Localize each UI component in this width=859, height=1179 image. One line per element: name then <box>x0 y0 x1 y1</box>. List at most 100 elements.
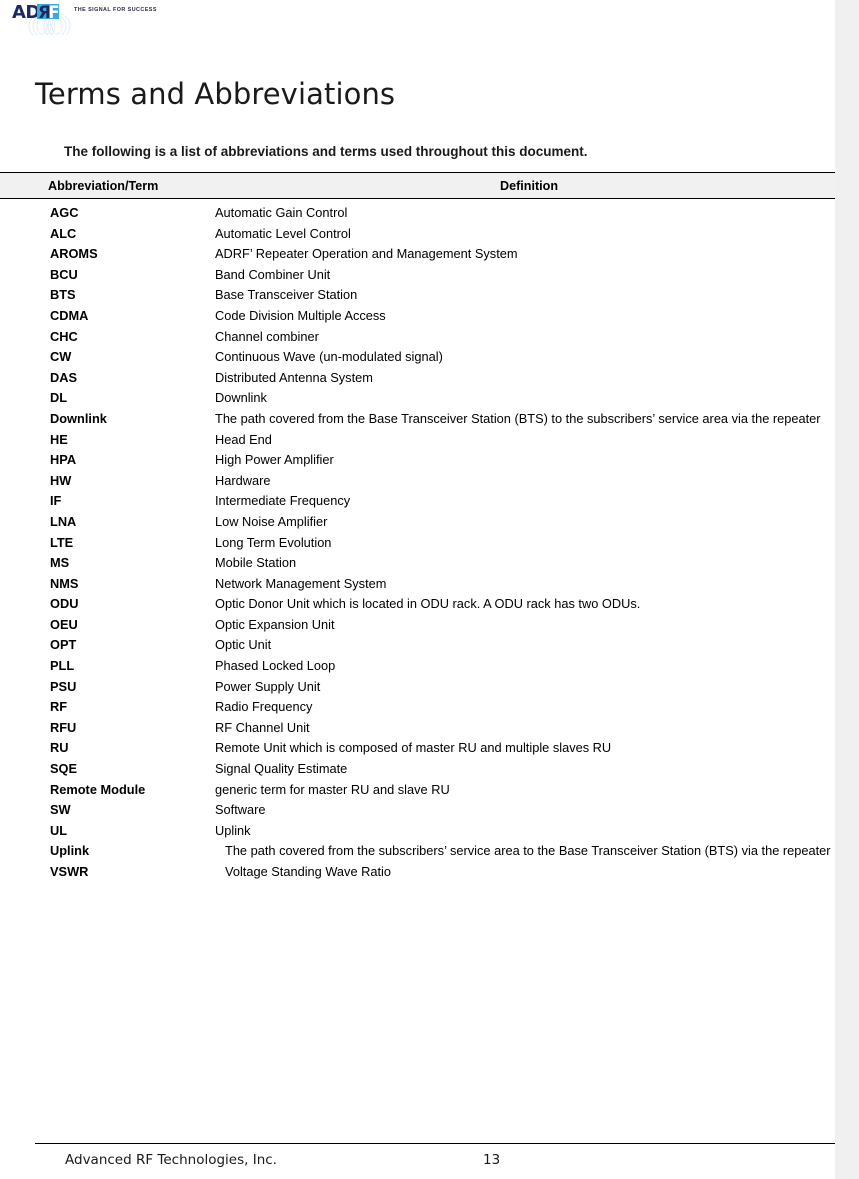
table-row: HE Head End <box>0 430 835 451</box>
logo-tagline: THE SIGNAL FOR SUCCESS <box>74 7 157 13</box>
table-row: NMS Network Management System <box>0 574 835 595</box>
definition-cell: The path covered from the subscribers’ s… <box>225 843 831 859</box>
table-row: MS Mobile Station <box>0 553 835 574</box>
term-cell: OEU <box>50 616 78 632</box>
column-header-term: Abbreviation/Term <box>48 179 159 193</box>
table-row: DAS Distributed Antenna System <box>0 368 835 389</box>
table-body: AGC Automatic Gain Control ALC Automatic… <box>0 199 859 883</box>
table-row: ALC Automatic Level Control <box>0 224 835 245</box>
term-cell: SQE <box>50 761 78 777</box>
definition-cell: The path covered from the Base Transceiv… <box>215 410 821 426</box>
term-cell: CW <box>50 349 72 365</box>
definition-cell: Band Combiner Unit <box>215 266 331 282</box>
table-row: CDMA Code Division Multiple Access <box>0 306 835 327</box>
definition-cell: Intermediate Frequency <box>215 493 351 509</box>
table-row: RU Remote Unit which is composed of mast… <box>0 738 835 759</box>
term-cell: Downlink <box>50 410 107 426</box>
definition-cell: Distributed Antenna System <box>215 369 373 385</box>
footer-company-name: Advanced RF Technologies, Inc. <box>65 1152 277 1168</box>
definition-cell: Software <box>215 802 266 818</box>
term-cell: AROMS <box>50 246 98 262</box>
term-cell: HE <box>50 431 68 447</box>
table-row: HW Hardware <box>0 471 835 492</box>
term-cell: RF <box>50 699 68 715</box>
table-row: UL Uplink <box>0 821 835 842</box>
definition-cell: Automatic Level Control <box>215 225 351 241</box>
definition-cell: Optic Donor Unit which is located in ODU… <box>215 596 641 612</box>
definition-cell: ADRF’ Repeater Operation and Management … <box>215 246 518 262</box>
term-cell: HW <box>50 472 72 488</box>
definition-cell: Radio Frequency <box>215 699 313 715</box>
term-cell: AGC <box>50 205 79 220</box>
footer-page-number: 13 <box>483 1152 501 1168</box>
table-row: RF Radio Frequency <box>0 697 835 718</box>
term-cell: NMS <box>50 575 79 591</box>
definition-cell: Uplink <box>215 822 251 838</box>
term-cell: IF <box>50 493 62 509</box>
term-cell: Remote Module <box>50 781 146 797</box>
term-cell: DAS <box>50 369 78 385</box>
term-cell: OPT <box>50 637 77 653</box>
definition-cell: High Power Amplifier <box>215 452 334 468</box>
table-row: ODU Optic Donor Unit which is located in… <box>0 594 835 615</box>
table-row: DL Downlink <box>0 388 835 409</box>
page-title: Terms and Abbreviations <box>35 77 396 112</box>
table-row: LTE Long Term Evolution <box>0 533 835 554</box>
term-cell: CHC <box>50 328 78 344</box>
definition-cell: Optic Expansion Unit <box>215 616 335 632</box>
table-row: LNA Low Noise Amplifier <box>0 512 835 533</box>
definition-cell: Hardware <box>215 472 271 488</box>
definition-cell: RF Channel Unit <box>215 719 310 735</box>
definition-cell: Base Transceiver Station <box>215 287 358 303</box>
abbreviations-table: Abbreviation/Term Definition AGC Automat… <box>0 172 859 883</box>
table-row: OEU Optic Expansion Unit <box>0 615 835 636</box>
term-cell: LTE <box>50 534 74 550</box>
table-row: Downlink The path covered from the Base … <box>0 409 835 430</box>
term-cell: ALC <box>50 225 77 241</box>
table-row: PLL Phased Locked Loop <box>0 656 835 677</box>
definition-cell: Signal Quality Estimate <box>215 761 348 777</box>
definition-cell: Phased Locked Loop <box>215 658 336 674</box>
definition-cell: Channel combiner <box>215 328 319 344</box>
term-cell: LNA <box>50 513 77 529</box>
table-row: PSU Power Supply Unit <box>0 677 835 698</box>
definition-cell: Voltage Standing Wave Ratio <box>225 864 391 879</box>
table-row: Remote Module generic term for master RU… <box>0 780 835 801</box>
definition-cell: Continuous Wave (un-modulated signal) <box>215 349 443 365</box>
table-row: Uplink The path covered from the subscri… <box>0 841 835 862</box>
table-row: AROMS ADRF’ Repeater Operation and Manag… <box>0 244 835 265</box>
term-cell: BTS <box>50 287 76 303</box>
definition-cell: Mobile Station <box>215 555 297 571</box>
definition-cell: Long Term Evolution <box>215 534 332 550</box>
definition-cell: Power Supply Unit <box>215 678 321 694</box>
table-row: SQE Signal Quality Estimate <box>0 759 835 780</box>
table-row: IF Intermediate Frequency <box>0 491 835 512</box>
table-row: AGC Automatic Gain Control <box>0 203 835 224</box>
svg-text:F: F <box>48 3 59 23</box>
table-row: VSWR Voltage Standing Wave Ratio <box>0 862 835 883</box>
table-row: HPA High Power Amplifier <box>0 450 835 471</box>
definition-cell: Low Noise Amplifier <box>215 513 328 529</box>
definition-cell: Remote Unit which is composed of master … <box>215 740 612 756</box>
definition-cell: Automatic Gain Control <box>215 205 348 220</box>
term-cell: BCU <box>50 266 78 282</box>
term-cell: ODU <box>50 596 79 612</box>
table-row: BTS Base Transceiver Station <box>0 285 835 306</box>
definition-cell: Network Management System <box>215 575 387 591</box>
intro-text: The following is a list of abbreviations… <box>64 143 588 159</box>
table-row: CHC Channel combiner <box>0 327 835 348</box>
term-cell: SW <box>50 802 71 818</box>
term-cell: CDMA <box>50 307 89 323</box>
document-footer: Advanced RF Technologies, Inc. 13 <box>35 1143 835 1179</box>
term-cell: VSWR <box>50 864 89 879</box>
term-cell: MS <box>50 555 70 571</box>
definition-cell: Code Division Multiple Access <box>215 307 386 323</box>
term-cell: Uplink <box>50 843 90 859</box>
svg-text:AD: AD <box>12 2 40 23</box>
table-row: OPT Optic Unit <box>0 635 835 656</box>
page-edge-band <box>835 0 859 1179</box>
table-row: RFU RF Channel Unit <box>0 718 835 739</box>
definition-cell: Downlink <box>215 390 267 406</box>
term-cell: UL <box>50 822 68 838</box>
term-cell: RFU <box>50 719 77 735</box>
